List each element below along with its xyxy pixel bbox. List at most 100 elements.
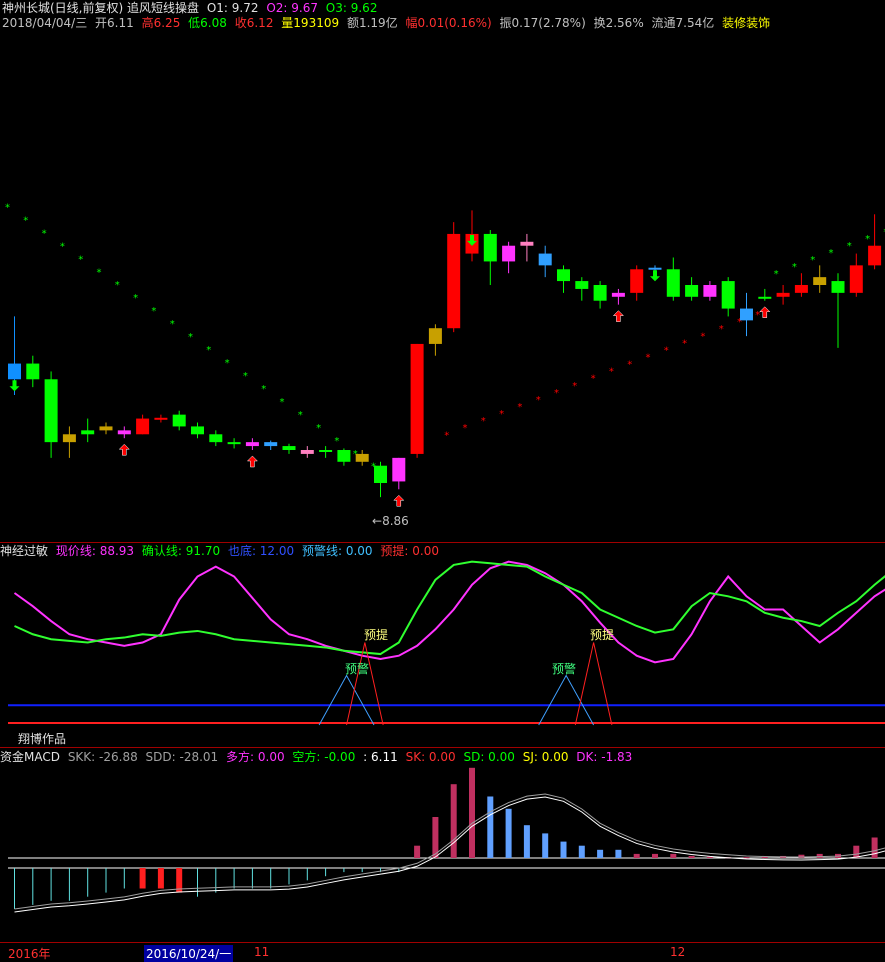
sar-dot-42: *	[829, 248, 834, 259]
macd-bar-8	[158, 868, 164, 889]
indicator1-name[interactable]: 神经过敏	[0, 544, 48, 558]
sar-dot-15: *	[280, 397, 285, 408]
macd-bar-13	[252, 868, 253, 889]
buy-arrow-icon-1	[247, 456, 257, 467]
sar-dot-24: *	[499, 409, 504, 420]
dibu-value: 也底: 12.00	[228, 544, 294, 558]
macd-bar-19	[362, 868, 363, 872]
macd-bar-32	[597, 850, 603, 858]
axis-year-label: 2016年	[8, 945, 51, 962]
candle-body-2	[45, 379, 58, 442]
sell-arrow-icon-7	[650, 270, 660, 281]
sar-dot-2: *	[42, 228, 47, 239]
macd-bar-12	[234, 868, 235, 889]
sar-dot-30: *	[609, 367, 614, 378]
signal-yujing-2: 预警	[552, 660, 576, 677]
candle-body-46	[850, 265, 863, 293]
candle-body-24	[447, 234, 460, 328]
queren-value: 确认线: 91.70	[142, 544, 220, 558]
macd-bar-5	[106, 868, 107, 893]
macd-bar-35	[652, 854, 658, 858]
sar-dot-32: *	[646, 353, 651, 364]
quote-date: 2018/04/04/三	[2, 16, 87, 30]
sar-dot-14: *	[261, 384, 266, 395]
sar-dot-22: *	[463, 423, 468, 434]
axis-month-12: 12	[670, 945, 685, 959]
candle-body-15	[283, 446, 296, 450]
candle-body-21	[392, 458, 405, 482]
macd-line-0	[15, 797, 885, 912]
indicator2-name[interactable]: 资金MACD	[0, 750, 60, 764]
candle-body-34	[630, 269, 643, 293]
macd-bar-16	[307, 868, 308, 880]
sar-dot-25: *	[517, 402, 522, 413]
sar-dot-43: *	[847, 241, 852, 252]
axis-month-11: 11	[254, 945, 269, 959]
sar-dot-31: *	[627, 360, 632, 371]
yujing-signal-2	[539, 676, 594, 726]
macd-bar-14	[270, 868, 271, 889]
candle-body-10	[191, 426, 204, 434]
sar-dot-27: *	[554, 388, 559, 399]
macd-bar-22	[414, 846, 420, 858]
macd-bar-37	[689, 856, 695, 858]
skk-value: SKK: -26.88	[68, 750, 138, 764]
indicator2-header: 资金MACD SKK: -26.88 SDD: -28.01 多方: 0.00 …	[0, 750, 636, 765]
candle-body-26	[484, 234, 497, 262]
quote-change: 幅0.01(0.16%)	[406, 16, 492, 30]
sar-dot-29: *	[591, 374, 596, 385]
macd-bar-47	[872, 838, 878, 859]
macd-bar-28	[524, 825, 530, 858]
candle-body-35	[649, 268, 662, 270]
signal-yuti-1: 预提	[364, 626, 388, 643]
candle-body-1	[26, 364, 39, 380]
sar-dot-26: *	[536, 395, 541, 406]
macd-bar-24	[451, 784, 457, 858]
indicator1-xianjia-line	[15, 562, 885, 663]
candle-body-31	[575, 281, 588, 289]
candle-body-44	[813, 277, 826, 285]
kline-chart-canvas[interactable]: ****************************************…	[0, 0, 885, 960]
sar-dot-16: *	[298, 410, 303, 421]
macd-bar-27	[506, 809, 512, 858]
macd-bar-1	[32, 868, 33, 905]
candle-body-23	[429, 328, 442, 344]
candle-body-18	[337, 450, 350, 462]
macd-bar-17	[325, 868, 326, 876]
indicator1-header: 神经过敏 现价线: 88.93 确认线: 91.70 也底: 12.00 预警线…	[0, 544, 443, 559]
candle-body-38	[703, 285, 716, 297]
candle-body-42	[777, 293, 790, 297]
kongfang-value: 空方: -0.00	[292, 750, 355, 764]
candle-body-30	[557, 269, 570, 281]
candle-body-40	[740, 309, 753, 321]
candle-body-22	[411, 344, 424, 454]
yujing-signal-1	[319, 676, 374, 726]
candle-body-43	[795, 285, 808, 293]
candle-body-11	[209, 434, 222, 442]
o3-label: O3: 9.62	[326, 1, 378, 15]
indicator1-queren-line	[15, 562, 885, 654]
candle-body-29	[539, 254, 552, 266]
macd-bar-10	[197, 868, 198, 897]
candle-body-39	[722, 281, 735, 309]
yuti-value: 预提: 0.00	[380, 544, 439, 558]
sar-dot-6: *	[115, 280, 120, 291]
sar-dot-1: *	[23, 215, 28, 226]
quote-amount: 额1.19亿	[347, 16, 398, 30]
candle-body-47	[868, 246, 881, 266]
sar-dot-40: *	[792, 262, 797, 273]
sar-dot-21: *	[444, 430, 449, 441]
sar-dot-41: *	[810, 255, 815, 266]
sd-value: SD: 0.00	[463, 750, 514, 764]
panel-separator-1	[0, 542, 885, 543]
buy-arrow-icon-3	[613, 311, 623, 322]
buy-arrow-icon-2	[394, 495, 404, 506]
macd-bar-26	[487, 797, 493, 859]
quote-open: 开6.11	[95, 16, 134, 30]
title-bar: 神州长城(日线,前复权) 追风短线操盘 O1: 9.72 O2: 9.67 O3…	[2, 1, 381, 16]
sar-dot-3: *	[60, 241, 65, 252]
quote-bar: 2018/04/04/三 开6.11 高6.25 低6.08 收6.12 量19…	[2, 16, 774, 31]
quote-sector[interactable]: 装修装饰	[722, 16, 770, 30]
buy-arrow-icon-4	[760, 307, 770, 318]
candle-body-32	[594, 285, 607, 301]
